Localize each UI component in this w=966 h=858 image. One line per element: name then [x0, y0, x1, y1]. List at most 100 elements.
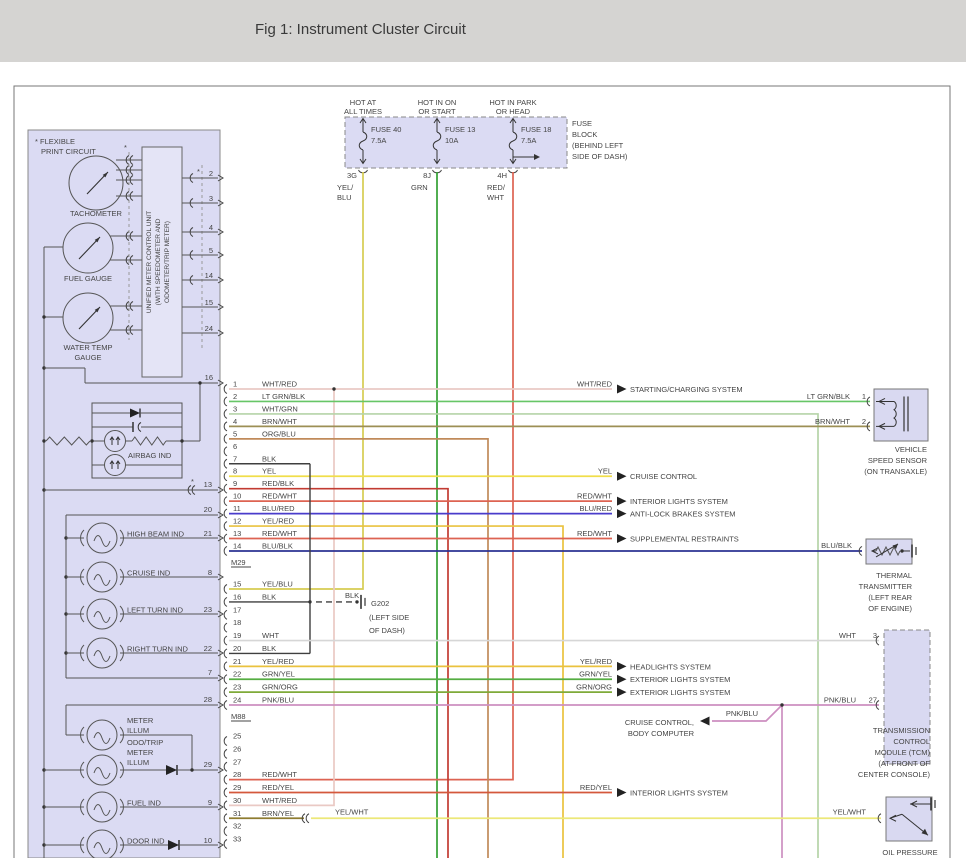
pin-number: 23	[233, 683, 241, 692]
pin-number: 22	[204, 644, 212, 653]
wire-label: YEL/RED	[580, 657, 613, 666]
fuse-block-label: SIDE OF DASH)	[572, 152, 628, 161]
hot-label: OR START	[418, 107, 456, 116]
pin-number: 2	[209, 169, 213, 178]
indicator-label: ILLUM	[127, 726, 149, 735]
fuse-pin: 4H	[497, 171, 507, 180]
component-label: OF ENGINE)	[868, 604, 912, 613]
fuse-wire-label: WHT	[487, 193, 504, 202]
pin-number: 6	[233, 442, 237, 451]
wire-label: BLU/BLK	[821, 541, 852, 550]
connector-cup	[224, 497, 227, 506]
junction-dot	[355, 600, 358, 603]
wire-label: BLK	[345, 591, 359, 600]
indicator-label: DOOR IND	[127, 837, 165, 846]
junction-dot	[42, 439, 45, 442]
destination-label: EXTERIOR LIGHTS SYSTEM	[630, 675, 730, 684]
wire-label: RED/WHT	[262, 529, 297, 538]
pin-number: 24	[233, 696, 241, 705]
destination-label: INTERIOR LIGHTS SYSTEM	[630, 789, 728, 798]
wire-label: RED/WHT	[577, 529, 612, 538]
destination-label: EXTERIOR LIGHTS SYSTEM	[630, 688, 730, 697]
wire-label: PNK/BLU	[262, 696, 294, 705]
pin-number: 15	[233, 580, 241, 589]
pin-number: 29	[233, 783, 241, 792]
pin-number: 3	[209, 194, 213, 203]
pin-number: 32	[233, 822, 241, 831]
pin-number: 21	[204, 529, 212, 538]
wire-label: YEL/WHT	[335, 807, 369, 816]
asterisk: *	[191, 477, 194, 486]
wire-label: BRN/WHT	[815, 417, 850, 426]
connector-cup	[224, 675, 227, 684]
destination-label: ANTI-LOCK BRAKES SYSTEM	[630, 510, 735, 519]
vehicle-speed-sensor-box	[874, 389, 928, 441]
pin-number: 9	[208, 798, 212, 807]
wire-label: RED/BLK	[262, 479, 294, 488]
connector-cup	[224, 585, 227, 594]
pin-number: 3	[233, 404, 237, 413]
connector-cup	[224, 434, 227, 443]
pin-number: 5	[233, 429, 237, 438]
wire-label: WHT/RED	[262, 796, 298, 805]
connector-cup	[224, 788, 227, 797]
wire-label: GRN/ORG	[262, 683, 298, 692]
connector-cup	[224, 623, 227, 632]
wire-label: YEL/BLU	[262, 580, 293, 589]
hot-label: ALL TIMES	[344, 107, 382, 116]
pin-number: 7	[233, 454, 237, 463]
fuse-amps: 7.5A	[521, 136, 536, 145]
fuse-block-label: FUSE	[572, 119, 592, 128]
component-label: MODULE (TCM)	[875, 748, 931, 757]
fuse-pin: 3G	[347, 171, 357, 180]
indicator-label: ODO/TRIP	[127, 738, 163, 747]
gauge-label: GAUGE	[74, 353, 101, 362]
wire-label: WHT/RED	[577, 380, 613, 389]
wire-label: WHT/GRN	[262, 404, 298, 413]
wire-label: LT GRN/BLK	[807, 392, 850, 401]
destination-label: BODY COMPUTER	[628, 729, 695, 738]
destination-arrow-icon	[617, 385, 627, 394]
connector-cup	[224, 662, 227, 671]
connector-name: M29	[231, 558, 246, 567]
wire-label: WHT/RED	[262, 380, 298, 389]
hot-label: HOT IN PARK	[489, 98, 536, 107]
connector-cup	[224, 610, 227, 619]
component-label: (ON TRANSAXLE)	[864, 467, 927, 476]
connector-cup	[224, 459, 227, 468]
pin-number: 27	[869, 696, 877, 705]
connector-cup	[224, 484, 227, 493]
wire-label: PNK/BLU	[824, 696, 856, 705]
destination-label: CRUISE CONTROL	[630, 472, 697, 481]
unified-meter-label: (WITH SPEEDOMETER AND	[155, 218, 162, 305]
wire-label: RED/WHT	[262, 492, 297, 501]
gauge-label: WATER TEMP	[63, 343, 112, 352]
pin-number: 18	[233, 618, 241, 627]
wire-label: RED/YEL	[580, 783, 612, 792]
destination-label: INTERIOR LIGHTS SYSTEM	[630, 497, 728, 506]
indicator-label: RIGHT TURN IND	[127, 645, 189, 654]
connector-cup	[224, 749, 227, 758]
component-label: CENTER CONSOLE)	[858, 770, 931, 779]
indicator-label: METER	[127, 748, 154, 757]
pin-number: 4	[233, 417, 237, 426]
pin-number: 20	[204, 505, 212, 514]
panel-note: PRINT CIRCUIT	[41, 147, 96, 156]
connector-cup	[224, 801, 227, 810]
pin-number: 15	[205, 298, 213, 307]
connector-name: M88	[231, 712, 246, 721]
destination-arrow-icon	[617, 788, 627, 797]
pin-number: 14	[233, 541, 241, 550]
pin-number: 1	[862, 392, 866, 401]
destination-label: CRUISE CONTROL,	[625, 718, 694, 727]
hot-label: OR HEAD	[496, 107, 531, 116]
pin-number: 8	[233, 467, 237, 476]
fuse-block-label: (BEHIND LEFT	[572, 141, 624, 150]
connector-cup	[224, 762, 227, 771]
connector-cup	[224, 840, 227, 849]
pin-number: 3	[873, 631, 877, 640]
destination-arrow-icon	[617, 662, 627, 671]
instrument-cluster-panel	[28, 130, 220, 858]
pin-number: 11	[233, 504, 241, 513]
connector-cup	[224, 814, 227, 823]
